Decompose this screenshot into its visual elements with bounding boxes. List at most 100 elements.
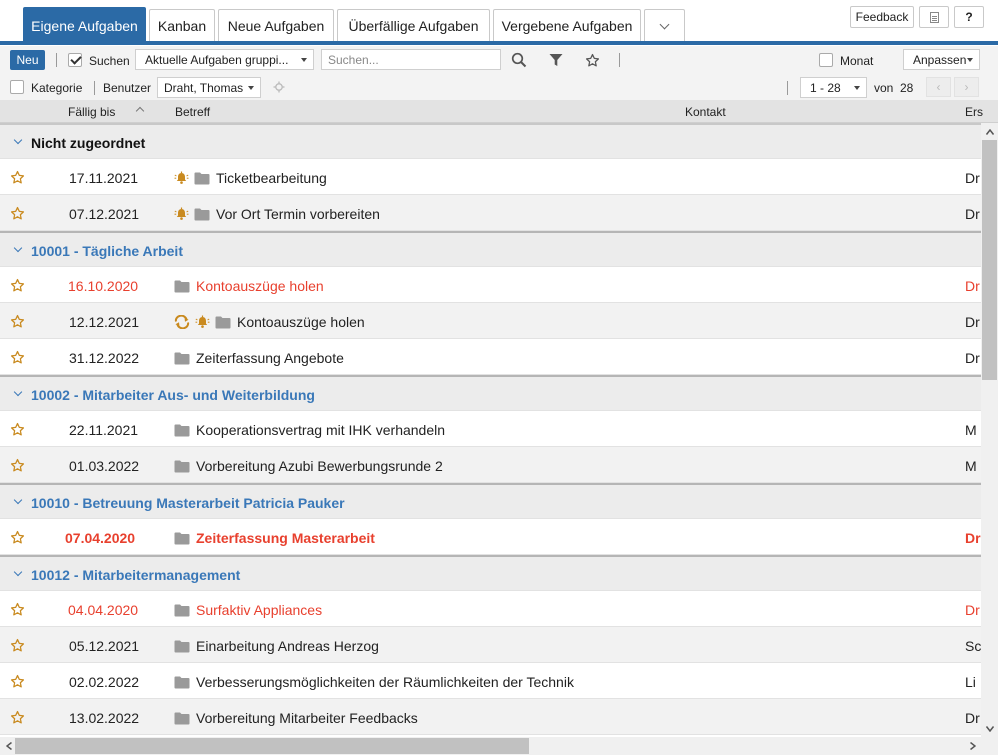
chevron-down-icon[interactable] (13, 135, 23, 145)
search-button[interactable] (509, 50, 529, 70)
tab-neue-aufgaben[interactable]: Neue Aufgaben (218, 9, 334, 42)
chevron-down-icon[interactable] (13, 567, 23, 577)
caret-down-icon (301, 58, 307, 62)
group-title: 10010 - Betreuung Masterarbeit Patricia … (31, 495, 345, 511)
month-checkbox[interactable] (819, 53, 833, 67)
favorite-toggle[interactable] (10, 674, 25, 689)
task-row[interactable]: 31.12.2022 Zeiterfassung Angebote Dr (0, 339, 981, 375)
star-icon (10, 350, 25, 364)
task-row[interactable]: 07.04.2020 Zeiterfassung Masterarbeit Dr (0, 519, 981, 555)
vertical-scrollbar[interactable] (981, 123, 998, 737)
user-settings-button[interactable] (269, 77, 289, 97)
chevron-down-icon[interactable] (13, 387, 23, 397)
favorite-toggle[interactable] (10, 638, 25, 653)
separator (56, 53, 57, 67)
task-subject[interactable]: Verbesserungsmöglichkeiten der Räumlichk… (174, 674, 574, 690)
category-checkbox[interactable] (10, 80, 24, 94)
group-row[interactable]: 10012 - Mitarbeitermanagement (0, 555, 981, 591)
task-row[interactable]: 05.12.2021 Einarbeitung Andreas Herzog Sc (0, 627, 981, 663)
tab-ueberfaellige-aufgaben[interactable]: Überfällige Aufgaben (337, 9, 490, 42)
favorite-toggle[interactable] (10, 530, 25, 545)
due-date: 16.10.2020 (68, 278, 139, 294)
task-creator: Sc (965, 638, 981, 654)
group-row[interactable]: 10010 - Betreuung Masterarbeit Patricia … (0, 483, 981, 519)
bell-icon (174, 207, 189, 220)
tab-kanban[interactable]: Kanban (149, 9, 215, 42)
task-row[interactable]: 02.02.2022 Verbesserungsmöglichkeiten der… (0, 663, 981, 699)
task-row[interactable]: 01.03.2022 Vorbereitung Azubi Bewerbungsr… (0, 447, 981, 483)
view-select[interactable]: Aktuelle Aufgaben gruppi... (135, 49, 314, 70)
customize-select[interactable]: Anpassen (903, 49, 980, 70)
task-row[interactable]: 12.12.2021 Kontoauszüge holen Dr (0, 303, 981, 339)
search-input[interactable] (321, 49, 501, 70)
task-subject[interactable]: Kooperationsvertrag mit IHK verhandeln (174, 422, 445, 438)
favorite-toggle[interactable] (10, 314, 25, 329)
filter-button[interactable] (546, 50, 566, 70)
more-tabs-button[interactable] (644, 9, 685, 42)
task-subject[interactable]: Kontoauszüge holen (174, 314, 365, 330)
recurring-icon (174, 315, 190, 329)
caret-down-icon (967, 58, 973, 62)
search-checkbox[interactable] (68, 53, 82, 67)
task-row[interactable]: 07.12.2021 Vor Ort Termin vorbereiten Dr (0, 195, 981, 231)
feedback-button[interactable]: Feedback (850, 6, 914, 28)
document-button[interactable] (919, 6, 949, 28)
user-select[interactable]: Draht, Thomas (157, 77, 261, 98)
task-subject[interactable]: Zeiterfassung Angebote (174, 350, 344, 366)
favorite-filter-button[interactable] (582, 50, 602, 70)
task-creator: Dr (965, 314, 980, 330)
scroll-down-button[interactable] (981, 720, 998, 737)
tab-eigene-aufgaben[interactable]: Eigene Aufgaben (23, 7, 146, 43)
vertical-scroll-thumb[interactable] (982, 140, 997, 380)
task-subject[interactable]: Einarbeitung Andreas Herzog (174, 638, 379, 654)
task-subject[interactable]: Vor Ort Termin vorbereiten (174, 206, 380, 222)
task-subject[interactable]: Zeiterfassung Masterarbeit (174, 530, 375, 546)
favorite-toggle[interactable] (10, 602, 25, 617)
folder-icon (174, 352, 190, 364)
folder-icon (174, 424, 190, 436)
favorite-toggle[interactable] (10, 710, 25, 725)
chevron-down-icon[interactable] (13, 243, 23, 253)
task-row[interactable]: 04.04.2020 Surfaktiv Appliances Dr (0, 591, 981, 627)
favorite-toggle[interactable] (10, 170, 25, 185)
group-row[interactable]: Nicht zugeordnet (0, 123, 981, 159)
favorite-toggle[interactable] (10, 458, 25, 473)
scroll-right-button[interactable] (964, 737, 981, 754)
column-header-creator[interactable]: Ers (965, 105, 983, 119)
due-date: 12.12.2021 (69, 314, 140, 330)
task-subject[interactable]: Vorbereitung Azubi Bewerbungsrunde 2 (174, 458, 443, 474)
horizontal-scroll-thumb[interactable] (15, 738, 529, 754)
favorite-toggle[interactable] (10, 350, 25, 365)
column-header-contact[interactable]: Kontakt (685, 105, 726, 119)
task-subject[interactable]: Surfaktiv Appliances (174, 602, 322, 618)
task-row[interactable]: 13.02.2022 Vorbereitung Mitarbeiter Feedb… (0, 699, 981, 735)
task-row[interactable]: 17.11.2021 Ticketbearbeitung Dr (0, 159, 981, 195)
favorite-toggle[interactable] (10, 278, 25, 293)
chevron-down-icon[interactable] (13, 495, 23, 505)
column-header-due[interactable]: Fällig bis (68, 105, 115, 119)
task-subject[interactable]: Vorbereitung Mitarbeiter Feedbacks (174, 710, 418, 726)
task-row[interactable]: 22.11.2021 Kooperationsvertrag mit IHK ve… (0, 411, 981, 447)
task-subject[interactable]: Ticketbearbeitung (174, 170, 327, 186)
group-row[interactable]: 10002 - Mitarbeiter Aus- und Weiterbildu… (0, 375, 981, 411)
scroll-up-button[interactable] (981, 123, 998, 140)
column-header-subject[interactable]: Betreff (175, 105, 210, 119)
favorite-toggle[interactable] (10, 422, 25, 437)
favorite-toggle[interactable] (10, 206, 25, 221)
toolbar: Neu Suchen Aktuelle Aufgaben gruppi... M… (0, 46, 998, 100)
due-date: 22.11.2021 (69, 422, 139, 438)
task-row[interactable]: 16.10.2020 Kontoauszüge holen Dr (0, 267, 981, 303)
separator (787, 81, 788, 95)
next-page-button[interactable]: › (954, 77, 979, 97)
task-subject[interactable]: Kontoauszüge holen (174, 278, 324, 294)
arrow-right-icon (969, 741, 976, 750)
help-button[interactable]: ? (954, 6, 984, 28)
range-select[interactable]: 1 - 28 (800, 77, 867, 98)
chevron-right-icon: › (964, 80, 969, 94)
horizontal-scrollbar[interactable] (0, 737, 998, 755)
tab-vergebene-aufgaben[interactable]: Vergebene Aufgaben (493, 9, 641, 42)
group-row[interactable]: 10001 - Tägliche Arbeit (0, 231, 981, 267)
search-icon (511, 52, 527, 68)
previous-page-button[interactable]: ‹ (926, 77, 951, 97)
new-button[interactable]: Neu (10, 50, 45, 70)
